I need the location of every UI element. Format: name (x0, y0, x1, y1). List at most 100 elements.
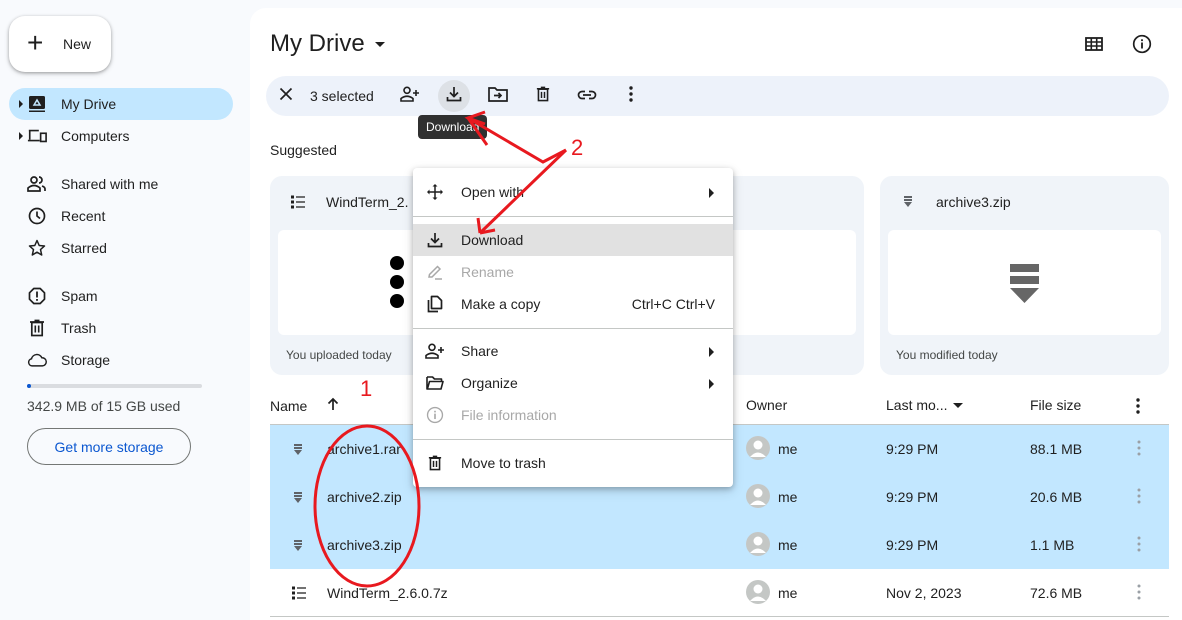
menu-item-rename[interactable]: Rename (413, 256, 733, 288)
row-more-actions-button[interactable] (1127, 581, 1151, 605)
menu-item-label: Download (461, 232, 524, 248)
download-icon (446, 86, 462, 107)
sidebar-item-label: Computers (61, 128, 130, 144)
column-options-button[interactable] (1136, 398, 1140, 417)
selection-count: 3 selected (310, 88, 374, 104)
menu-item-file-information[interactable]: File information (413, 399, 733, 431)
column-label: File size (1030, 397, 1082, 413)
sidebar-item-spam[interactable]: Spam (9, 280, 233, 312)
move-button[interactable] (482, 80, 514, 112)
folder-icon (425, 373, 445, 393)
archive-list-icon (286, 195, 310, 209)
file-name: archive1.rar (327, 441, 401, 457)
menu-item-label: Rename (461, 264, 514, 280)
row-more-actions-button[interactable] (1127, 485, 1151, 509)
column-owner[interactable]: Owner (746, 397, 787, 413)
column-file-size[interactable]: File size (1030, 397, 1081, 413)
get-more-storage-button[interactable]: Get more storage (27, 428, 191, 465)
storage-usage-fill (27, 384, 31, 388)
file-name: WindTerm_2.6.0.7z (327, 585, 448, 601)
sort-arrow-up-icon[interactable] (327, 397, 339, 414)
sort-dropdown-icon (953, 402, 964, 408)
card-file-name: WindTerm_2. (326, 194, 409, 210)
close-icon (279, 87, 293, 106)
plus-icon: + (27, 26, 44, 58)
menu-item-make-a-copy[interactable]: Make a copy Ctrl+C Ctrl+V (413, 288, 733, 320)
sidebar-item-my-drive[interactable]: My Drive (9, 88, 233, 120)
copy-link-button[interactable] (571, 80, 603, 112)
menu-item-share[interactable]: Share (413, 335, 733, 367)
card-activity: You uploaded today (286, 348, 392, 362)
more-vert-icon (1137, 440, 1141, 459)
more-actions-button[interactable] (615, 80, 647, 112)
sidebar-item-trash[interactable]: Trash (9, 312, 233, 344)
last-modified: 9:29 PM (886, 537, 939, 553)
page-title-text: My Drive (270, 30, 365, 57)
menu-item-open-with[interactable]: Open with (413, 176, 733, 208)
more-vert-icon (629, 85, 633, 107)
pencil-icon (425, 262, 445, 282)
more-vert-icon (1137, 584, 1141, 603)
trash-icon (27, 318, 47, 338)
storage-usage-bar (27, 384, 202, 388)
more-vert-icon (1137, 536, 1141, 555)
grid-view-button[interactable] (1082, 34, 1106, 58)
file-size: 88.1 MB (1030, 441, 1083, 457)
owner: me (778, 537, 798, 553)
card-file-name: archive3.zip (936, 194, 1011, 210)
owner: me (778, 441, 798, 457)
file-name: archive2.zip (327, 489, 402, 505)
row-more-actions-button[interactable] (1127, 533, 1151, 557)
computers-icon (27, 126, 47, 146)
owner-avatar (746, 580, 770, 604)
sidebar-item-shared-with-me[interactable]: Shared with me (9, 168, 233, 200)
sidebar-item-label: Starred (61, 240, 107, 256)
sidebar-item-computers[interactable]: Computers (9, 120, 233, 152)
column-last-modified[interactable]: Last mo... (886, 397, 964, 413)
grid-icon (1085, 36, 1103, 56)
suggested-heading: Suggested (270, 142, 337, 158)
expand-caret-icon[interactable] (19, 132, 23, 140)
owner: me (778, 585, 798, 601)
sidebar-item-label: Trash (61, 320, 97, 336)
sidebar-item-recent[interactable]: Recent (9, 200, 233, 232)
zip-icon (294, 443, 302, 459)
info-icon (1132, 34, 1152, 59)
trash-button[interactable] (527, 80, 559, 112)
expand-caret-icon[interactable] (19, 100, 23, 108)
table-row[interactable]: WindTerm_2.6.0.7z me Nov 2, 2023 72.6 MB (270, 569, 1169, 617)
open-with-icon (425, 182, 445, 202)
trash-icon (536, 86, 550, 107)
submenu-arrow-icon (709, 379, 714, 389)
menu-divider (413, 216, 733, 217)
chevron-down-icon (374, 41, 385, 47)
sidebar-item-label: Storage (61, 352, 111, 368)
owner-avatar (746, 532, 770, 556)
page-title[interactable]: My Drive (270, 30, 385, 58)
menu-item-organize[interactable]: Organize (413, 367, 733, 399)
row-more-actions-button[interactable] (1127, 437, 1151, 461)
menu-item-download[interactable]: Download (413, 224, 733, 256)
share-button[interactable] (394, 80, 426, 112)
details-button[interactable] (1130, 34, 1154, 58)
storage-usage-text: 342.9 MB of 15 GB used (27, 398, 181, 414)
sidebar-item-storage[interactable]: Storage (9, 344, 233, 376)
new-button[interactable]: + New (9, 16, 111, 72)
add-person-icon (425, 341, 445, 361)
file-size: 1.1 MB (1030, 537, 1075, 553)
spam-icon (27, 286, 47, 306)
column-name[interactable]: Name (270, 397, 339, 414)
owner: me (778, 489, 798, 505)
clear-selection-button[interactable] (270, 80, 302, 112)
sidebar-item-label: Shared with me (61, 176, 159, 192)
new-button-label: New (63, 36, 92, 52)
suggested-card[interactable]: archive3.zip You modified today (880, 176, 1169, 375)
sidebar-item-starred[interactable]: Starred (9, 232, 233, 264)
owner-avatar (746, 436, 770, 460)
more-vert-icon (1136, 398, 1140, 417)
table-row[interactable]: archive3.zip me 9:29 PM 1.1 MB (270, 521, 1169, 569)
menu-item-label: Organize (461, 375, 518, 391)
menu-item-move-to-trash[interactable]: Move to trash (413, 447, 733, 479)
download-button[interactable] (438, 80, 470, 112)
zip-icon (294, 491, 302, 507)
